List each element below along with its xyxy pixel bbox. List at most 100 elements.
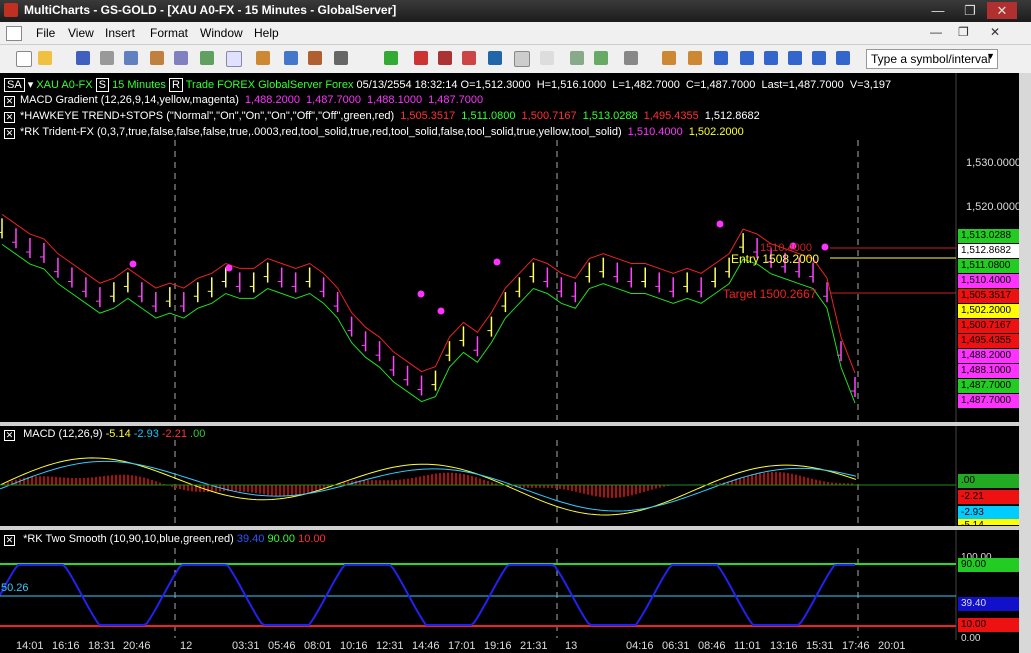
time-tick: 05:46 bbox=[268, 640, 296, 652]
indicator-value: 1,511.0800 bbox=[461, 110, 516, 122]
price-label: 1,487.7000 bbox=[958, 379, 1019, 393]
signal-dot bbox=[493, 258, 501, 266]
rk2-name: *RK Two Smooth (10,90,10,blue,green,red) bbox=[23, 533, 234, 545]
rk2-legend: ✕ *RK Two Smooth (10,90,10,blue,green,re… bbox=[4, 533, 326, 546]
indicator-value: 1,512.8682 bbox=[704, 110, 760, 122]
price-label: 1,487.7000 bbox=[958, 394, 1019, 408]
time-tick: 04:16 bbox=[626, 640, 654, 652]
time-tick: 12:31 bbox=[376, 640, 404, 652]
signal-dot bbox=[437, 307, 445, 315]
indicator-row: ✕ MACD Gradient (12,26,9,14,yellow,magent… bbox=[4, 94, 489, 107]
remove-icon[interactable]: ✕ bbox=[4, 430, 15, 441]
lower-stop-line bbox=[1, 243, 856, 404]
macd-value: -2.93 bbox=[133, 428, 159, 440]
time-tick: 21:31 bbox=[520, 640, 548, 652]
data-source: FOREX GlobalServer Forex bbox=[217, 79, 354, 91]
macd-line bbox=[0, 457, 857, 516]
price-label: 1,502.2000 bbox=[958, 304, 1019, 318]
price-label: 1,500.7167 bbox=[958, 319, 1019, 333]
signal-dot bbox=[225, 264, 233, 272]
rk2-label: 39.40 bbox=[958, 597, 1019, 611]
price-label: 1,495.4355 bbox=[958, 334, 1019, 348]
macd-label: -2.93 bbox=[958, 506, 1019, 520]
price-tick: 1,530.0000 bbox=[966, 157, 1022, 169]
interval: 15 Minutes bbox=[112, 79, 166, 91]
time-tick: 17:01 bbox=[448, 640, 476, 652]
macd-value: -5.14 bbox=[105, 428, 131, 440]
rk2-value: 90.00 bbox=[267, 533, 296, 545]
rk2-label: 0.00 bbox=[958, 632, 1019, 646]
indicator-value: 1,505.3517 bbox=[400, 110, 456, 122]
badge-r[interactable]: R bbox=[168, 78, 183, 92]
indicator-value: 1,513.0288 bbox=[582, 110, 638, 122]
time-tick: 08:46 bbox=[698, 640, 726, 652]
time-tick: 08:01 bbox=[304, 640, 332, 652]
signal-dot bbox=[821, 243, 829, 251]
ohlc-values: O=1,512.3000 H=1,516.1000 L=1,482.7000 C… bbox=[460, 79, 892, 91]
rk2-value: 10.00 bbox=[298, 533, 326, 545]
time-tick: 11:01 bbox=[734, 640, 761, 652]
indicator-name: MACD Gradient (12,26,9,14,yellow,magenta… bbox=[20, 94, 239, 106]
macd-signal-line bbox=[0, 460, 857, 512]
partial-annotation: 1510.4000 bbox=[760, 242, 812, 254]
trade-label: Trade bbox=[185, 79, 215, 91]
indicator-value: 1,487.7000 bbox=[428, 94, 484, 106]
indicator-value: 1,487.7000 bbox=[305, 94, 362, 106]
time-tick: 12 bbox=[180, 640, 193, 652]
indicator-value: 1,502.2000 bbox=[688, 126, 744, 138]
indicator-value: 1,510.4000 bbox=[627, 126, 683, 138]
macd-name: MACD (12,26,9) bbox=[23, 428, 103, 440]
indicator-value: 1,488.1000 bbox=[367, 94, 423, 106]
price-label: 1,510.4000 bbox=[958, 274, 1019, 288]
macd-label: .00 bbox=[958, 474, 1019, 488]
time-tick: 03:31 bbox=[232, 640, 260, 652]
time-tick: 20:46 bbox=[123, 640, 151, 652]
price-label: 1,512.8682 bbox=[958, 244, 1019, 258]
remove-icon[interactable]: ✕ bbox=[4, 112, 15, 123]
remove-icon[interactable]: ✕ bbox=[4, 128, 15, 139]
indicator-row: ✕ *HAWKEYE TREND+STOPS ("Normal","On","On… bbox=[4, 110, 766, 123]
time-tick: 14:01 bbox=[16, 640, 44, 652]
price-label: 1,488.1000 bbox=[958, 364, 1019, 378]
indicator-row: ✕ *RK Trident-FX (0,3,7,true,false,false,… bbox=[4, 126, 750, 139]
macd-legend: ✕ MACD (12,26,9) -5.14 -2.93 -2.21 .00 bbox=[4, 428, 205, 441]
price-label: 1,488.2000 bbox=[958, 349, 1019, 363]
time-tick: 18:31 bbox=[88, 640, 116, 652]
symbol-name: XAU A0-FX bbox=[36, 79, 93, 91]
signal-dot bbox=[716, 220, 724, 228]
rk2-oscillator-line bbox=[0, 564, 855, 626]
indicator-name: *HAWKEYE TREND+STOPS ("Normal","On","On"… bbox=[20, 110, 395, 122]
indicator-value: 1,500.7167 bbox=[521, 110, 577, 122]
time-tick: 15:31 bbox=[806, 640, 834, 652]
price-label: 1,511.0800 bbox=[958, 259, 1019, 273]
price-label: 1,513.0288 bbox=[958, 229, 1019, 243]
chart-header: SA ▾ XAU A0-FX S 15 Minutes R Trade FORE… bbox=[4, 78, 892, 92]
header-time: 18:32:14 bbox=[414, 79, 458, 91]
time-tick: 19:16 bbox=[484, 640, 512, 652]
remove-icon[interactable]: ✕ bbox=[4, 96, 15, 107]
macd-value: .00 bbox=[190, 428, 206, 440]
target-annotation: Target 1500.2667 bbox=[723, 287, 817, 301]
time-tick: 13:16 bbox=[770, 640, 798, 652]
badge-s[interactable]: S bbox=[95, 78, 109, 92]
rk2-left-value: 50.26 bbox=[1, 582, 29, 594]
time-tick: 06:31 bbox=[662, 640, 690, 652]
macd-label: -5.14 bbox=[958, 519, 1019, 525]
macd-value: -2.21 bbox=[161, 428, 187, 440]
indicator-name: *RK Trident-FX (0,3,7,true,false,false,f… bbox=[20, 126, 622, 138]
signal-dot bbox=[129, 260, 137, 268]
remove-icon[interactable]: ✕ bbox=[4, 535, 15, 546]
time-tick: 14:46 bbox=[412, 640, 440, 652]
price-tick: 1,520.0000 bbox=[966, 201, 1022, 213]
badge-sa[interactable]: SA bbox=[4, 78, 25, 92]
time-tick: 16:16 bbox=[52, 640, 80, 652]
macd-label: -2.21 bbox=[958, 490, 1019, 504]
signal-dot bbox=[417, 290, 425, 298]
indicator-value: 1,488.2000 bbox=[244, 94, 300, 106]
time-tick: 13 bbox=[565, 640, 578, 652]
entry-annotation: Entry 1508.2000 bbox=[731, 252, 820, 266]
time-tick: 10:16 bbox=[340, 640, 368, 652]
header-date: 05/13/2554 bbox=[356, 79, 412, 91]
rk2-value: 39.40 bbox=[236, 533, 265, 545]
rk2-label: 10.00 bbox=[958, 618, 1019, 632]
